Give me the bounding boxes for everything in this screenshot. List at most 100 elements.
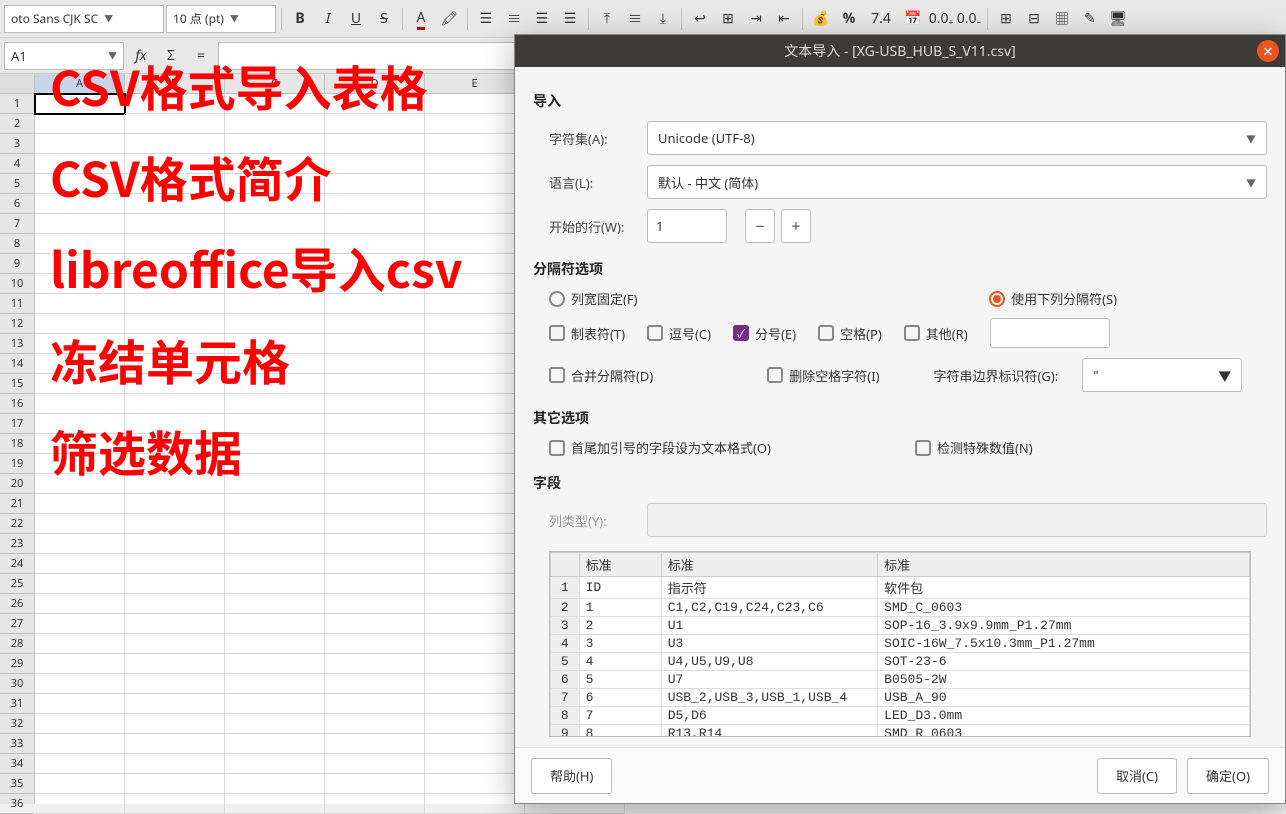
cell[interactable] xyxy=(325,334,425,354)
check-comma[interactable]: 逗号(C) xyxy=(647,324,711,343)
cell[interactable] xyxy=(325,594,425,614)
cell[interactable] xyxy=(225,794,325,814)
cell[interactable] xyxy=(35,754,125,774)
cell[interactable] xyxy=(225,194,325,214)
preview-cell[interactable]: U3 xyxy=(661,635,877,653)
cell[interactable] xyxy=(35,354,125,374)
cell[interactable] xyxy=(225,314,325,334)
valign-bottom-button[interactable]: ⤓ xyxy=(650,6,676,32)
column-header[interactable]: D xyxy=(325,74,425,93)
cell[interactable] xyxy=(35,674,125,694)
check-quoted-as-text[interactable]: 首尾加引号的字段设为文本格式(O) xyxy=(549,438,771,457)
row-header[interactable]: 32 xyxy=(0,714,34,734)
number-button[interactable]: 7.4 xyxy=(864,6,898,32)
row-header[interactable]: 28 xyxy=(0,634,34,654)
italic-button[interactable]: I xyxy=(315,6,341,32)
underline-button[interactable]: U xyxy=(343,6,369,32)
cell[interactable] xyxy=(225,614,325,634)
row-header[interactable]: 25 xyxy=(0,574,34,594)
dialog-titlebar[interactable]: 文本导入 - [XG-USB_HUB_S_V11.csv] ✕ xyxy=(515,35,1285,67)
cell[interactable] xyxy=(125,494,225,514)
cell[interactable] xyxy=(35,314,125,334)
row-header[interactable]: 5 xyxy=(0,174,34,194)
preview-cell[interactable]: 4 xyxy=(579,653,661,671)
preview-cell[interactable]: B0505-2W xyxy=(878,671,1250,689)
cell[interactable] xyxy=(35,174,125,194)
preview-cell[interactable]: 6 xyxy=(579,689,661,707)
row-header[interactable]: 24 xyxy=(0,554,34,574)
quote-combo[interactable]: " ▼ xyxy=(1082,358,1242,392)
preview-cell[interactable]: 2 xyxy=(579,617,661,635)
cell[interactable] xyxy=(225,534,325,554)
cell[interactable] xyxy=(35,394,125,414)
cell[interactable] xyxy=(425,394,525,414)
cell[interactable] xyxy=(325,514,425,534)
cell[interactable] xyxy=(225,694,325,714)
column-type-combo[interactable] xyxy=(647,503,1267,537)
cell[interactable] xyxy=(35,694,125,714)
cell[interactable] xyxy=(35,554,125,574)
cell[interactable] xyxy=(425,194,525,214)
preview-cell[interactable]: D5,D6 xyxy=(661,707,877,725)
cell[interactable] xyxy=(325,474,425,494)
inc-decimal-button[interactable]: 0.0₊ xyxy=(928,6,954,32)
cell[interactable] xyxy=(35,274,125,294)
row-header[interactable]: 13 xyxy=(0,334,34,354)
cell[interactable] xyxy=(425,354,525,374)
cell[interactable] xyxy=(325,774,425,794)
cell[interactable] xyxy=(35,194,125,214)
valign-top-button[interactable]: ⤒ xyxy=(594,6,620,32)
preview-cell[interactable]: 7 xyxy=(579,707,661,725)
column-header[interactable]: B xyxy=(125,74,225,93)
border-button[interactable]: ▦ xyxy=(1049,6,1075,32)
cell[interactable] xyxy=(425,554,525,574)
cell[interactable] xyxy=(125,294,225,314)
check-space[interactable]: 空格(P) xyxy=(818,324,882,343)
valign-middle-button[interactable]: ≡ xyxy=(622,6,648,32)
ok-button[interactable]: 确定(O) xyxy=(1187,758,1269,794)
row-header[interactable]: 16 xyxy=(0,394,34,414)
highlight-button[interactable]: 🖍 xyxy=(436,6,462,32)
cell[interactable] xyxy=(225,754,325,774)
row-header[interactable]: 29 xyxy=(0,654,34,674)
cell[interactable] xyxy=(125,734,225,754)
cell[interactable] xyxy=(35,134,125,154)
cell[interactable] xyxy=(425,514,525,534)
cell[interactable] xyxy=(35,794,125,814)
cell[interactable] xyxy=(35,774,125,794)
cell[interactable] xyxy=(325,254,425,274)
cell[interactable] xyxy=(225,94,325,114)
cell[interactable] xyxy=(125,194,225,214)
radio-separated[interactable]: 使用下列分隔符(S) xyxy=(989,289,1117,308)
font-color-button[interactable]: A xyxy=(408,6,434,32)
cell[interactable] xyxy=(125,614,225,634)
cell[interactable] xyxy=(325,274,425,294)
cell[interactable] xyxy=(125,154,225,174)
cell[interactable] xyxy=(325,674,425,694)
cell[interactable] xyxy=(225,774,325,794)
align-left-button[interactable]: ☰ xyxy=(473,6,499,32)
cell[interactable] xyxy=(225,554,325,574)
spin-down-button[interactable]: − xyxy=(745,209,775,243)
row-header[interactable]: 14 xyxy=(0,354,34,374)
cell[interactable] xyxy=(225,414,325,434)
row-header[interactable]: 19 xyxy=(0,454,34,474)
cell[interactable] xyxy=(35,254,125,274)
cell[interactable] xyxy=(125,654,225,674)
preview-cell[interactable]: SMD_R_0603 xyxy=(878,725,1250,738)
preview-cell[interactable]: 3 xyxy=(579,635,661,653)
cell[interactable] xyxy=(325,134,425,154)
row-header[interactable]: 12 xyxy=(0,314,34,334)
cell[interactable] xyxy=(425,694,525,714)
cell[interactable] xyxy=(425,614,525,634)
row-header[interactable]: 6 xyxy=(0,194,34,214)
cell[interactable] xyxy=(425,714,525,734)
font-name-combo[interactable]: oto Sans CJK SC ▼ xyxy=(4,5,164,33)
indent-inc-button[interactable]: ⇥ xyxy=(743,6,769,32)
cell[interactable] xyxy=(125,214,225,234)
cell[interactable] xyxy=(325,154,425,174)
date-button[interactable]: 📅 xyxy=(900,6,926,32)
cell[interactable] xyxy=(225,494,325,514)
column-header[interactable]: E xyxy=(425,74,525,93)
cell[interactable] xyxy=(425,214,525,234)
